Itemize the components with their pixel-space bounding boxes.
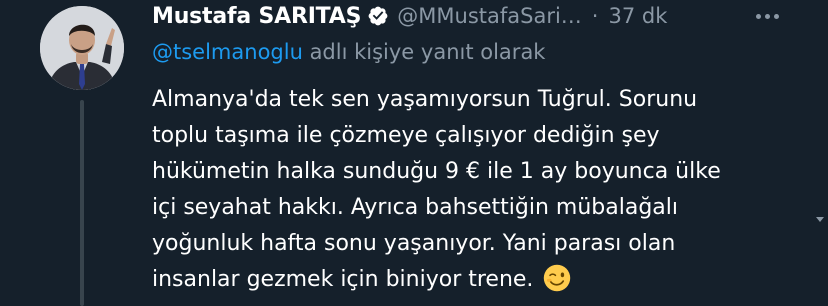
reply-mention-link[interactable]: @tselmanoglu xyxy=(152,40,303,64)
thread-line xyxy=(80,100,84,306)
tweet-header: Mustafa SARITAŞ @MMustafaSari… · 37 dk xyxy=(152,0,792,32)
winking-face-emoji xyxy=(544,264,571,292)
tweet[interactable]: Mustafa SARITAŞ @MMustafaSari… · 37 dk @… xyxy=(0,0,828,306)
separator-dot: · xyxy=(591,4,599,28)
timestamp[interactable]: 37 dk xyxy=(608,4,667,28)
scrollbar[interactable] xyxy=(812,0,828,306)
tweet-text-line: içi seyahat hakkı. Ayrıca bahsettiğin mü… xyxy=(152,195,679,220)
tweet-text: Almanya'da tek sen yaşamıyorsun Tuğrul. … xyxy=(152,82,802,298)
reply-context: @tselmanoglu adlı kişiye yanıt olarak xyxy=(152,40,545,70)
tweet-text-line: toplu taşıma ile çözmeye çalışıyor dediğ… xyxy=(152,123,660,148)
author-handle[interactable]: @MMustafaSari… xyxy=(397,4,582,28)
author-name[interactable]: Mustafa SARITAŞ xyxy=(152,4,361,29)
tweet-text-last-line: insanlar gezmek için biniyor trene. xyxy=(152,262,802,298)
scroll-down-arrow-icon[interactable] xyxy=(812,212,828,228)
tweet-text-line: Almanya'da tek sen yaşamıyorsun Tuğrul. … xyxy=(152,87,698,112)
more-dots-icon[interactable] xyxy=(744,0,790,32)
tweet-text-line: insanlar gezmek için biniyor trene. xyxy=(152,267,534,292)
avatar-image xyxy=(40,6,124,90)
tweet-text-line: yoğunluk hafta sonu yaşanıyor. Yani para… xyxy=(152,231,676,256)
verified-badge-icon xyxy=(368,6,388,26)
avatar[interactable] xyxy=(40,6,124,90)
tweet-text-line: hükümetin halka sunduğu 9 € ile 1 ay boy… xyxy=(152,159,721,184)
reply-context-text: adlı kişiye yanıt olarak xyxy=(302,40,546,64)
